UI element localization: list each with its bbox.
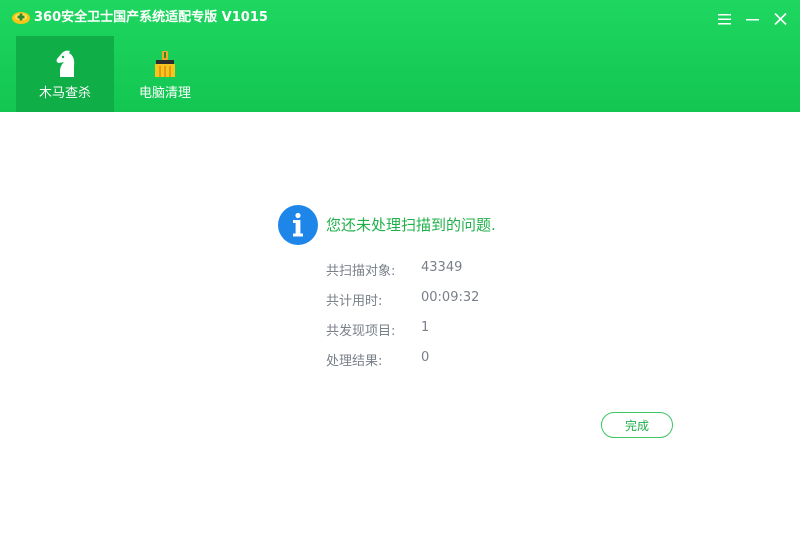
header-bar: 360安全卫士国产系统适配专版 V1015 木马查杀 电脑清理	[0, 0, 800, 112]
minimize-button[interactable]	[744, 10, 762, 28]
finish-button[interactable]: 完成	[601, 412, 673, 438]
close-button[interactable]	[772, 10, 790, 28]
stat-value: 43349	[421, 260, 463, 275]
app-logo-icon	[12, 12, 30, 24]
stat-value: 00:09:32	[421, 290, 480, 305]
scan-result-panel: 您还未处理扫描到的问题. 共扫描对象: 43349 共计用时: 00:09:32…	[0, 112, 800, 550]
menu-button[interactable]	[716, 10, 734, 28]
stat-label: 共计用时:	[326, 294, 383, 309]
app-title: 360安全卫士国产系统适配专版 V1015	[34, 10, 268, 25]
stat-value: 0	[421, 350, 430, 365]
horse-icon	[56, 50, 75, 77]
main-tabs: 木马查杀 电脑清理	[16, 36, 216, 112]
stat-label: 共发现项目:	[326, 324, 396, 339]
hamburger-menu-icon	[718, 14, 731, 25]
minimize-icon	[746, 19, 759, 21]
tab-label: 电脑清理	[138, 86, 191, 101]
tab-pc-cleanup[interactable]: 电脑清理	[114, 36, 216, 112]
tab-label: 木马查杀	[38, 86, 91, 101]
stat-label: 处理结果:	[326, 354, 383, 369]
close-icon	[774, 12, 787, 26]
broom-brush-icon	[155, 51, 175, 77]
title-bar: 360安全卫士国产系统适配专版 V1015	[0, 0, 800, 36]
result-message: 您还未处理扫描到的问题.	[326, 216, 496, 234]
stat-value: 1	[421, 320, 430, 335]
info-icon	[278, 205, 318, 245]
tab-trojan-scan[interactable]: 木马查杀	[16, 36, 114, 112]
stat-label: 共扫描对象:	[326, 264, 396, 279]
app-window: 360安全卫士国产系统适配专版 V1015 木马查杀 电脑清理 您还未处理扫描到…	[0, 0, 800, 550]
